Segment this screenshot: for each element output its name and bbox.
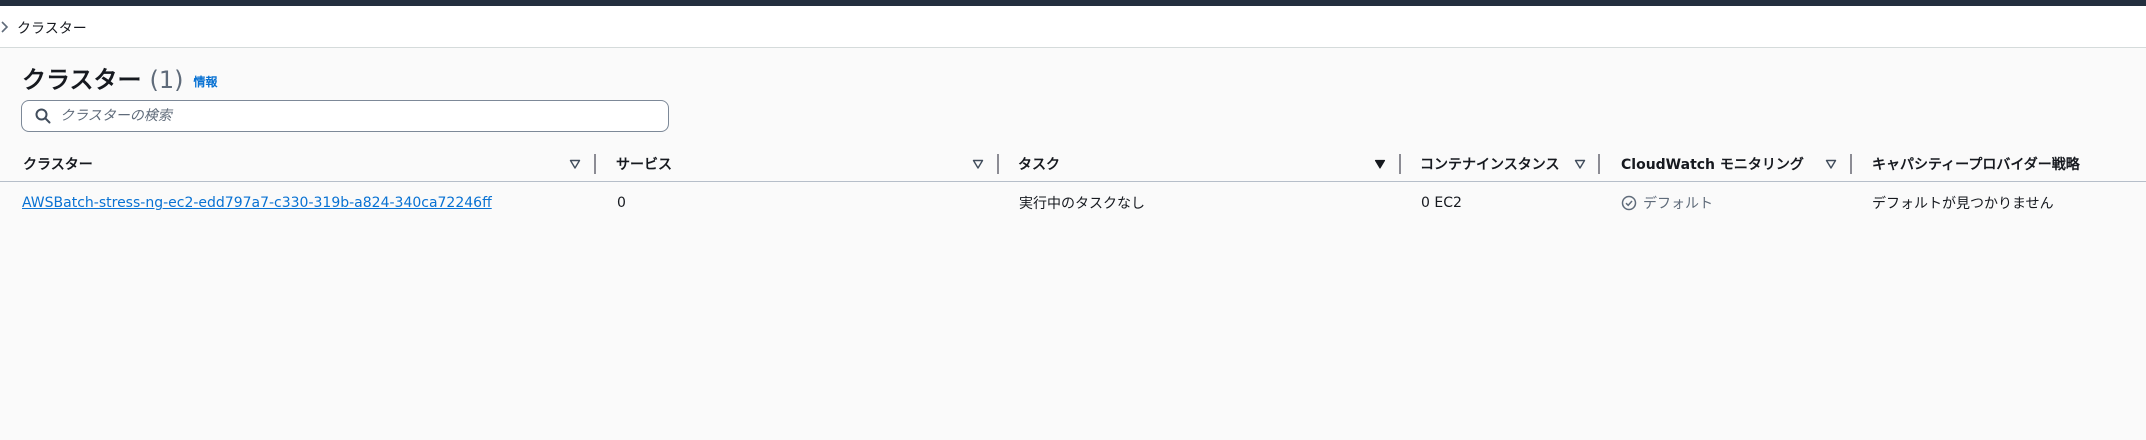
breadcrumb-current: クラスター	[17, 21, 87, 37]
container-instances-cell: 0 EC2	[1421, 195, 1462, 211]
search-icon	[35, 108, 51, 124]
info-link[interactable]: 情報	[194, 73, 218, 90]
cluster-link[interactable]: AWSBatch-stress-ng-ec2-edd797a7-c330-319…	[22, 195, 492, 211]
column-header-services[interactable]: サービス	[616, 146, 672, 182]
breadcrumb: クラスター	[0, 6, 2146, 48]
column-resize-handle[interactable]	[997, 154, 999, 174]
page-header: クラスター (1) 情報	[22, 60, 218, 95]
column-header-tasks[interactable]: タスク	[1018, 146, 1060, 182]
cloudwatch-status: デフォルト	[1621, 193, 1713, 213]
sort-active-icon[interactable]	[1374, 158, 1386, 170]
sort-icon[interactable]	[1825, 158, 1837, 170]
search-box	[21, 100, 669, 132]
page-title: クラスター	[22, 66, 142, 94]
table-row: AWSBatch-stress-ng-ec2-edd797a7-c330-319…	[0, 182, 2146, 224]
sort-icon[interactable]	[972, 158, 984, 170]
table-header: クラスター サービス タスク コンテナインスタンス CloudWatch モニタ…	[0, 146, 2146, 182]
clusters-table: クラスター サービス タスク コンテナインスタンス CloudWatch モニタ…	[0, 146, 2146, 224]
capacity-strategy-cell: デフォルトが見つかりません	[1872, 196, 2054, 212]
column-resize-handle[interactable]	[1399, 154, 1401, 174]
tasks-cell: 実行中のタスクなし	[1019, 196, 1145, 212]
cloudwatch-cell: デフォルト	[1621, 182, 1713, 224]
cluster-cell: AWSBatch-stress-ng-ec2-edd797a7-c330-319…	[22, 182, 492, 224]
chevron-right-icon[interactable]	[0, 19, 10, 35]
services-cell: 0	[617, 195, 626, 211]
column-resize-handle[interactable]	[1850, 154, 1852, 174]
search-input[interactable]	[60, 102, 650, 130]
column-header-cloudwatch[interactable]: CloudWatch モニタリング	[1621, 146, 1804, 182]
column-resize-handle[interactable]	[1598, 154, 1600, 174]
sort-icon[interactable]	[1574, 158, 1586, 170]
sort-icon[interactable]	[569, 158, 581, 170]
cluster-count: (1)	[149, 66, 184, 94]
column-resize-handle[interactable]	[594, 154, 596, 174]
check-circle-icon	[1621, 195, 1637, 211]
cloudwatch-status-text: デフォルト	[1643, 196, 1713, 212]
column-header-cluster[interactable]: クラスター	[23, 146, 93, 182]
column-header-capacity-strategy[interactable]: キャパシティープロバイダー戦略	[1872, 146, 2080, 182]
column-header-container-instances[interactable]: コンテナインスタンス	[1420, 146, 1559, 182]
